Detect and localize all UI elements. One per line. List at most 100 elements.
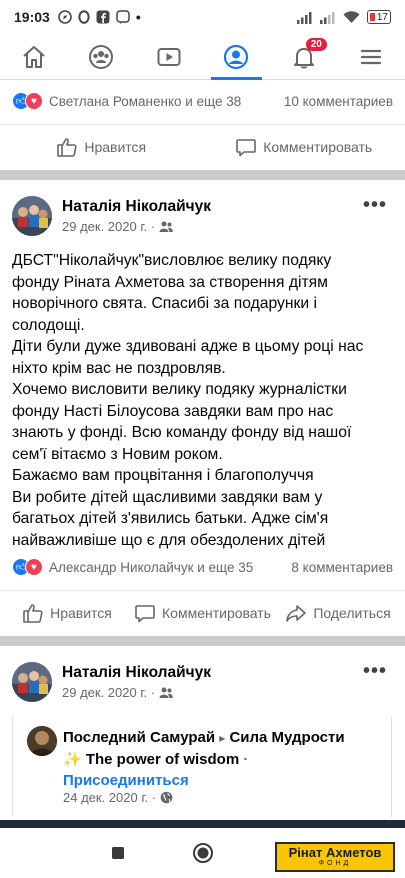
post-separator bbox=[0, 636, 405, 646]
opera-icon bbox=[78, 10, 90, 24]
shared-author-avatar[interactable] bbox=[27, 726, 57, 756]
thumbs-up-icon bbox=[23, 603, 43, 623]
status-notification-icons: • bbox=[58, 9, 141, 25]
post1-comment-button[interactable]: Комментировать bbox=[134, 602, 271, 624]
post1-avatar[interactable] bbox=[12, 196, 52, 236]
signal-icon bbox=[296, 11, 312, 24]
home-icon bbox=[23, 45, 45, 68]
prev-comment-button[interactable]: Комментировать bbox=[203, 136, 405, 158]
post-separator bbox=[0, 170, 405, 180]
wifi-icon bbox=[343, 10, 360, 23]
post1-author[interactable]: Наталія Ніколайчук bbox=[62, 198, 211, 216]
friends-audience-icon bbox=[159, 687, 173, 698]
watermark-sub-text: ФОНД bbox=[318, 860, 352, 867]
post2-more-options[interactable]: ••• bbox=[363, 660, 387, 683]
nav-tab-watch[interactable] bbox=[135, 34, 203, 79]
post1-date[interactable]: 29 дек. 2020 г. · bbox=[62, 219, 155, 234]
prev-post-reactors: Светлана Романенко и еще 38 bbox=[49, 93, 242, 109]
globe-icon bbox=[160, 791, 173, 804]
recent-apps-icon[interactable] bbox=[111, 846, 125, 860]
post1-reactors: Александр Николайчук и еще 35 bbox=[49, 559, 254, 575]
post1-more-options[interactable]: ••• bbox=[363, 194, 387, 217]
groups-icon bbox=[89, 44, 114, 69]
post1-text-line: Хочемо висловити велику подяку журналіст… bbox=[12, 381, 347, 398]
shared-group-name-line2[interactable]: ✨ The power of wisdom bbox=[63, 751, 239, 768]
nav-tab-home[interactable] bbox=[0, 34, 68, 79]
post1-share-label: Поделиться bbox=[313, 604, 391, 621]
post1-like-label: Нравится bbox=[50, 604, 112, 621]
post1-text-line: Бажаємо вам процвітання і благополуччя bbox=[12, 467, 314, 484]
comment-icon bbox=[135, 604, 155, 622]
top-navigation: 20 bbox=[0, 34, 405, 80]
post1-text-line: новорічного свята. Спасибі за подарунки … bbox=[12, 295, 317, 312]
prev-comment-label: Комментировать bbox=[263, 138, 373, 155]
thumbs-up-icon bbox=[57, 137, 77, 157]
status-bar: 19:03 • 17 bbox=[0, 0, 405, 34]
prev-post-comments-count[interactable]: 10 комментариев bbox=[284, 94, 393, 109]
post1-text-line: Діти були дуже здивовані адже в цьому ро… bbox=[12, 338, 364, 355]
facebook-icon bbox=[96, 10, 110, 24]
love-reaction-icon: ♥ bbox=[25, 92, 43, 110]
nav-tab-notifications[interactable]: 20 bbox=[270, 34, 338, 79]
prev-like-label: Нравится bbox=[84, 138, 147, 155]
battery-level: 17 bbox=[376, 11, 388, 23]
content-bottom-edge bbox=[0, 820, 405, 828]
profile-icon bbox=[224, 44, 249, 69]
shared-post-title: Последний Самурай ▸ Сила Мудрости ✨ The … bbox=[63, 727, 393, 791]
love-reaction-icon: ♥ bbox=[25, 558, 43, 576]
friends-audience-icon bbox=[159, 221, 173, 232]
post1-text-line: багатьох дітей з'явились батьки. Адже сі… bbox=[12, 510, 329, 527]
shared-author-name[interactable]: Последний Самурай bbox=[63, 729, 215, 746]
nav-tab-menu[interactable] bbox=[338, 34, 405, 79]
comment-icon bbox=[236, 138, 257, 156]
watermark-main-text: Рінат Ахметов bbox=[288, 845, 382, 860]
prev-post-reactions[interactable]: 👍︎ ♥ Светлана Романенко и еще 38 10 комм… bbox=[0, 86, 405, 116]
shared-post-card[interactable]: Последний Самурай ▸ Сила Мудрости ✨ The … bbox=[12, 717, 392, 817]
post1-text-line: фонду Ріната Ахметова за створення дітям bbox=[12, 273, 328, 291]
post1-text-line: фонду Насті Білоусова завдяки вам про на… bbox=[12, 402, 334, 420]
share-icon bbox=[286, 604, 307, 622]
post1-text-line: Ви робите дітей щасливими завдяки вам у bbox=[12, 488, 323, 506]
post1-comments-count[interactable]: 8 комментариев bbox=[291, 560, 393, 575]
join-group-link[interactable]: Присоединиться bbox=[63, 772, 189, 789]
arrow-right-icon: ▸ bbox=[219, 731, 226, 745]
post1-comment-label: Комментировать bbox=[162, 604, 271, 621]
home-button-icon[interactable] bbox=[192, 842, 214, 864]
shared-post-date[interactable]: 24 дек. 2020 г. · bbox=[63, 790, 156, 805]
shared-group-name[interactable]: Сила Мудрости bbox=[229, 729, 344, 746]
battery-indicator: 17 bbox=[366, 10, 391, 24]
post2-header: Наталія Ніколайчук 29 дек. 2020 г. · ••• bbox=[0, 654, 405, 708]
fund-watermark-logo: Рінат Ахметов ФОНД bbox=[275, 842, 395, 872]
notifications-badge: 20 bbox=[305, 38, 327, 51]
post1-text: ДБСТ"Ніколайчук"висловлює велику подяку … bbox=[12, 250, 397, 551]
post2-meta: 29 дек. 2020 г. · bbox=[62, 685, 173, 700]
status-time: 19:03 bbox=[14, 9, 50, 25]
post1-header: Наталія Ніколайчук 29 дек. 2020 г. · ••• bbox=[0, 188, 405, 242]
post2-author[interactable]: Наталія Ніколайчук bbox=[62, 664, 211, 682]
compass-icon bbox=[58, 10, 72, 24]
menu-icon bbox=[361, 49, 382, 64]
nav-tab-groups[interactable] bbox=[68, 34, 136, 79]
post1-text-line: сем'ї вітаємо з Новим роком. bbox=[12, 445, 223, 463]
post1-text-line: знають у фонді. Всю команду фонду від на… bbox=[12, 424, 352, 441]
post1-share-button[interactable]: Поделиться bbox=[271, 602, 405, 624]
post2-date[interactable]: 29 дек. 2020 г. · bbox=[62, 685, 155, 700]
post1-text-line: найважливіше що є для обездолених дітей bbox=[12, 531, 326, 549]
post1-text-line: ніхто крім вас не поздровляв. bbox=[12, 359, 226, 377]
prev-post-actions: Нравится Комментировать bbox=[0, 124, 405, 168]
post1-actions: Нравится Комментировать Поделиться bbox=[0, 590, 405, 634]
viber-icon bbox=[116, 10, 130, 24]
title-dot: · bbox=[243, 751, 249, 768]
prev-like-button[interactable]: Нравится bbox=[0, 136, 203, 158]
shared-post-meta: 24 дек. 2020 г. · bbox=[63, 790, 173, 805]
post2-avatar[interactable] bbox=[12, 662, 52, 702]
nav-tab-profile[interactable] bbox=[203, 34, 271, 80]
more-notifications-icon: • bbox=[135, 9, 141, 25]
post1-text-line: солодощі. bbox=[12, 316, 85, 334]
watch-icon bbox=[157, 47, 181, 66]
post1-text-line: ДБСТ"Ніколайчук"висловлює велику подяку bbox=[12, 252, 332, 269]
post1-meta: 29 дек. 2020 г. · bbox=[62, 219, 173, 234]
post1-reactions[interactable]: 👍︎ ♥ Александр Николайчук и еще 35 8 ком… bbox=[0, 552, 405, 582]
signal-2-icon bbox=[319, 11, 335, 24]
post1-like-button[interactable]: Нравится bbox=[0, 602, 134, 624]
